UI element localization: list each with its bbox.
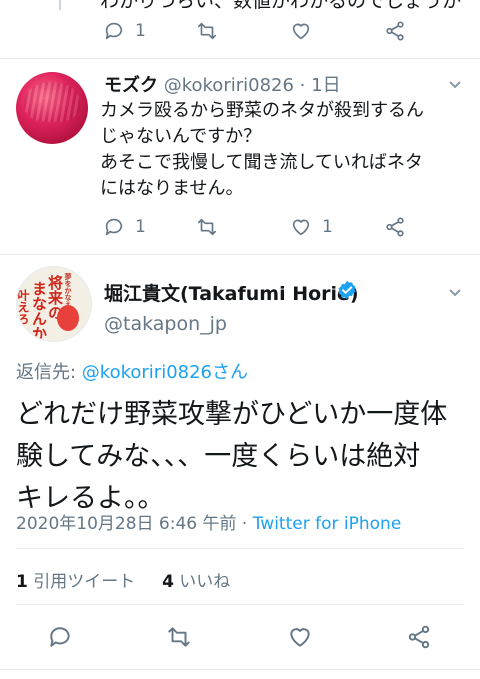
likes-label: いいね bbox=[173, 572, 231, 592]
share-icon bbox=[386, 21, 404, 41]
divider bbox=[0, 58, 480, 59]
tweet-stats: 1 引用ツイート 4 いいね bbox=[16, 567, 230, 592]
verified-icon bbox=[337, 280, 357, 300]
divider bbox=[16, 548, 464, 549]
avatar-text: まなんか bbox=[30, 281, 48, 341]
avatar-text: 叶えろ bbox=[16, 289, 30, 325]
reply-icon bbox=[105, 218, 123, 236]
share-button[interactable] bbox=[406, 624, 434, 652]
likes-count: 4 bbox=[162, 572, 174, 592]
reply-tweet-header: モズク @kokoriri0826 · 1日 bbox=[104, 71, 341, 97]
tweet-line: じゃないんですか？ bbox=[100, 126, 262, 147]
like-button[interactable]: 1 bbox=[290, 212, 333, 242]
user-handle[interactable]: @takapon_jp bbox=[104, 313, 227, 335]
divider bbox=[16, 604, 464, 605]
retweet-icon bbox=[197, 22, 217, 40]
avatar-badge bbox=[57, 305, 79, 331]
tweet-line: あそこで我慢して聞き流していればネタ bbox=[100, 152, 423, 173]
heart-icon bbox=[292, 219, 310, 236]
timestamp[interactable]: 1日 bbox=[311, 75, 340, 96]
reply-tweet-text: カメラ殴るから野菜のネタが殺到するん じゃないんですか？ あそこで我慢して聞き流… bbox=[100, 98, 424, 202]
chevron-down-icon[interactable] bbox=[448, 284, 462, 298]
user-handle[interactable]: @kokoriri0826 bbox=[164, 75, 294, 96]
reply-button[interactable]: 1 bbox=[103, 16, 146, 46]
tweet-line: にはなりません。 bbox=[100, 178, 244, 199]
tweet-line: 験してみな、、、一度くらいは絶対 bbox=[16, 441, 421, 472]
reply-to-link[interactable]: @kokoriri0826さん bbox=[82, 362, 248, 383]
tweet-meta: 2020年10月28日 6:46 午前 · Twitter for iPhone bbox=[16, 509, 401, 534]
reply-count: 1 bbox=[135, 217, 146, 237]
retweet-button[interactable] bbox=[196, 16, 218, 46]
avatar[interactable] bbox=[16, 72, 88, 144]
retweet-icon bbox=[197, 218, 217, 236]
previous-tweet-actions: 1 bbox=[0, 16, 480, 46]
quote-label: 引用ツイート bbox=[27, 572, 136, 592]
reply-button[interactable] bbox=[47, 624, 75, 652]
previous-tweet-text: わかりづらい、数値がわかるのでしょうか bbox=[100, 0, 462, 12]
divider bbox=[0, 254, 480, 255]
chevron-down-icon[interactable] bbox=[448, 76, 462, 90]
share-button[interactable] bbox=[384, 212, 406, 242]
retweet-button[interactable] bbox=[166, 624, 194, 652]
quote-count: 1 bbox=[16, 572, 28, 592]
divider bbox=[0, 669, 480, 670]
likes-stat[interactable]: 4 いいね bbox=[162, 572, 230, 592]
source-link[interactable]: Twitter for iPhone bbox=[253, 514, 402, 534]
user-name[interactable]: 堀江貴文(Takafumi Horie) bbox=[104, 279, 359, 306]
thread-line bbox=[59, 0, 61, 10]
reply-to-label: 返信先: bbox=[16, 362, 82, 383]
retweet-icon bbox=[168, 627, 190, 647]
user-name[interactable]: モズク bbox=[104, 75, 158, 96]
reply-count: 1 bbox=[135, 21, 146, 41]
tweet-line: どれだけ野菜攻撃がひどいか一度体 bbox=[16, 399, 448, 430]
reply-tweet-actions: 1 1 bbox=[0, 212, 480, 242]
reply-button[interactable]: 1 bbox=[103, 212, 146, 242]
quote-tweets-stat[interactable]: 1 引用ツイート bbox=[16, 572, 135, 592]
share-icon bbox=[386, 217, 404, 237]
reply-icon bbox=[105, 22, 123, 40]
tweet-line: カメラ殴るから野菜のネタが殺到するん bbox=[100, 100, 424, 121]
reply-to: 返信先: @kokoriri0826さん bbox=[16, 358, 248, 384]
share-icon bbox=[408, 625, 430, 649]
like-button[interactable] bbox=[290, 16, 312, 46]
like-count: 1 bbox=[322, 217, 333, 237]
main-tweet-text: どれだけ野菜攻撃がひどいか一度体 験してみな、、、一度くらいは絶対 キレるよ。。 bbox=[16, 394, 447, 520]
heart-icon bbox=[292, 23, 310, 40]
main-tweet-actions bbox=[0, 624, 480, 656]
avatar[interactable]: 夢をかなえる 将来の まなんか 叶えろ bbox=[16, 266, 92, 342]
like-button[interactable] bbox=[287, 624, 315, 652]
retweet-button[interactable] bbox=[196, 212, 218, 242]
share-button[interactable] bbox=[384, 16, 406, 46]
heart-icon bbox=[290, 628, 310, 647]
reply-icon bbox=[50, 627, 70, 647]
timestamp[interactable]: 2020年10月28日 6:46 午前 bbox=[16, 514, 237, 534]
separator: · bbox=[299, 75, 306, 96]
separator: · bbox=[236, 514, 253, 534]
